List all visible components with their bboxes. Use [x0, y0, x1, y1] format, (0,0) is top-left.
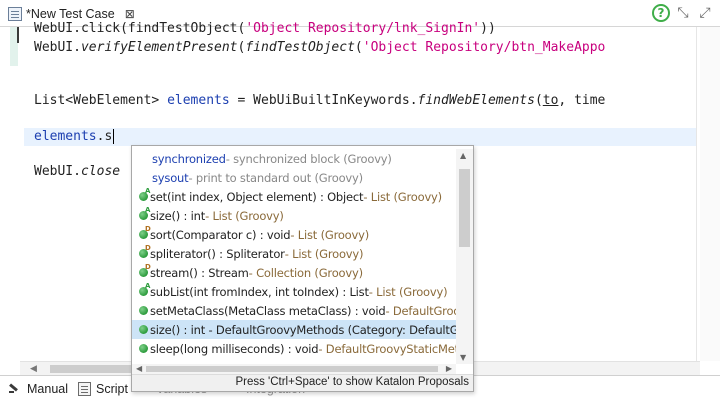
- proposal-name: set(int index, Object element) : Object: [150, 189, 364, 204]
- proposal-description: - print to standard out (Groovy): [188, 170, 363, 185]
- tab-script-label: Script: [96, 382, 128, 396]
- print-margin: [696, 27, 697, 361]
- gutter-cursor-line: [17, 27, 19, 43]
- proposal-item[interactable]: synchronized - synchronized block (Groov…: [132, 149, 456, 168]
- method-icon: [132, 320, 150, 339]
- proposal-item[interactable]: size() : int - DefaultGroovyMethods (Cat…: [132, 320, 456, 339]
- method-icon: A: [132, 282, 150, 301]
- scroll-left-icon[interactable]: ◀: [136, 364, 142, 373]
- tab-manual-label: Manual: [27, 382, 68, 396]
- current-line-highlight: [24, 128, 696, 146]
- overview-ruler: [700, 27, 720, 361]
- method-icon: D: [132, 244, 151, 263]
- proposal-item[interactable]: AsubList(int fromIndex, int toIndex) : L…: [132, 282, 456, 301]
- proposal-description: - List (Groovy): [284, 246, 364, 261]
- proposal-vertical-scrollbar[interactable]: ▲ ▼: [456, 149, 473, 364]
- proposal-name: synchronized: [152, 151, 226, 166]
- proposal-description: - DefaultGroov: [385, 303, 456, 318]
- tab-script[interactable]: Script: [72, 378, 134, 400]
- proposal-name: size() : int: [150, 208, 206, 223]
- method-icon: D: [132, 225, 151, 244]
- test-case-icon: [8, 7, 22, 21]
- scrollbar-thumb[interactable]: [50, 365, 140, 373]
- proposal-description: - synchronized block (Groovy): [225, 151, 392, 166]
- proposal-item[interactable]: sleep(long milliseconds) : void - Defaul…: [132, 339, 456, 358]
- content-assist-popup[interactable]: synchronized - synchronized block (Groov…: [131, 145, 474, 392]
- proposal-item[interactable]: Dsort(Comparator c) : void - List (Groov…: [132, 225, 456, 244]
- proposal-item[interactable]: sysout - print to standard out (Groovy): [132, 168, 456, 187]
- proposal-name: stream() : Stream: [150, 265, 249, 280]
- proposal-description: - List (Groovy): [205, 208, 284, 223]
- script-icon: [78, 382, 91, 396]
- scroll-down-icon[interactable]: ▼: [460, 353, 466, 362]
- proposal-name: sysout: [152, 170, 189, 185]
- scrollbar-thumb[interactable]: [459, 169, 470, 247]
- proposal-description: - DefaultGroovyStaticMeth: [318, 341, 456, 356]
- proposal-list[interactable]: synchronized - synchronized block (Groov…: [132, 149, 456, 364]
- proposal-description: - List (Groovy): [363, 189, 442, 204]
- manual-icon: [8, 383, 22, 395]
- text-caret: [113, 129, 115, 144]
- code-line-1: WebUI.click(findTestObject('Object Repos…: [34, 21, 496, 36]
- proposal-item[interactable]: Dspliterator() : Spliterator - List (Gro…: [132, 244, 456, 263]
- proposal-item[interactable]: Asize() : int - List (Groovy): [132, 206, 456, 225]
- proposal-name: size() : int - DefaultGroovyMethods (Cat…: [150, 322, 456, 337]
- scroll-up-icon[interactable]: ▲: [460, 151, 466, 160]
- scrollbar-thumb[interactable]: [146, 366, 438, 372]
- help-icon[interactable]: ?: [652, 4, 670, 22]
- code-line-3: List<WebElement> elements = WebUiBuiltIn…: [34, 93, 606, 108]
- method-icon: A: [132, 187, 150, 206]
- proposal-item[interactable]: setMetaClass(MetaClass metaClass) : void…: [132, 301, 456, 320]
- proposal-horizontal-scrollbar[interactable]: ◀ ▶: [132, 364, 456, 374]
- code-line-5: WebUI.close: [34, 164, 121, 179]
- proposal-name: spliterator() : Spliterator: [150, 246, 285, 261]
- scroll-right-icon[interactable]: ▶: [446, 364, 452, 373]
- tab-title: *New Test Case: [26, 7, 115, 21]
- proposal-description: - List (Groovy): [368, 284, 448, 299]
- close-icon[interactable]: ⊠: [125, 7, 135, 21]
- popup-status-bar: Press 'Ctrl+Space' to show Katalon Propo…: [132, 374, 473, 391]
- scroll-left-icon[interactable]: ◀: [30, 364, 37, 374]
- code-line-4: elements.s: [34, 129, 115, 144]
- method-icon: [132, 301, 150, 320]
- method-icon: A: [132, 206, 150, 225]
- tab-manual[interactable]: Manual: [2, 378, 74, 400]
- maximize-icon[interactable]: ⤢: [696, 4, 714, 22]
- proposal-item[interactable]: Dstream() : Stream - Collection (Groovy): [132, 263, 456, 282]
- proposal-name: subList(int fromIndex, int toIndex) : Li…: [150, 284, 369, 299]
- method-icon: D: [132, 263, 151, 282]
- proposal-name: sleep(long milliseconds) : void: [150, 341, 319, 356]
- proposal-name: sort(Comparator c) : void: [150, 227, 291, 242]
- method-icon: [132, 339, 150, 358]
- template-icon: [132, 168, 152, 187]
- proposal-name: setMetaClass(MetaClass metaClass) : void: [150, 303, 386, 318]
- proposal-description: - List (Groovy): [290, 227, 370, 242]
- popup-status-text: Press 'Ctrl+Space' to show Katalon Propo…: [235, 376, 469, 388]
- proposal-item[interactable]: Aset(int index, Object element) : Object…: [132, 187, 456, 206]
- proposal-description: - Collection (Groovy): [248, 265, 363, 280]
- tab-actions: ? ⤡ ⤢: [652, 4, 714, 22]
- code-line-2: WebUI.verifyElementPresent(findTestObjec…: [34, 40, 606, 55]
- minimize-icon[interactable]: ⤡: [674, 4, 692, 22]
- template-icon: [132, 149, 152, 168]
